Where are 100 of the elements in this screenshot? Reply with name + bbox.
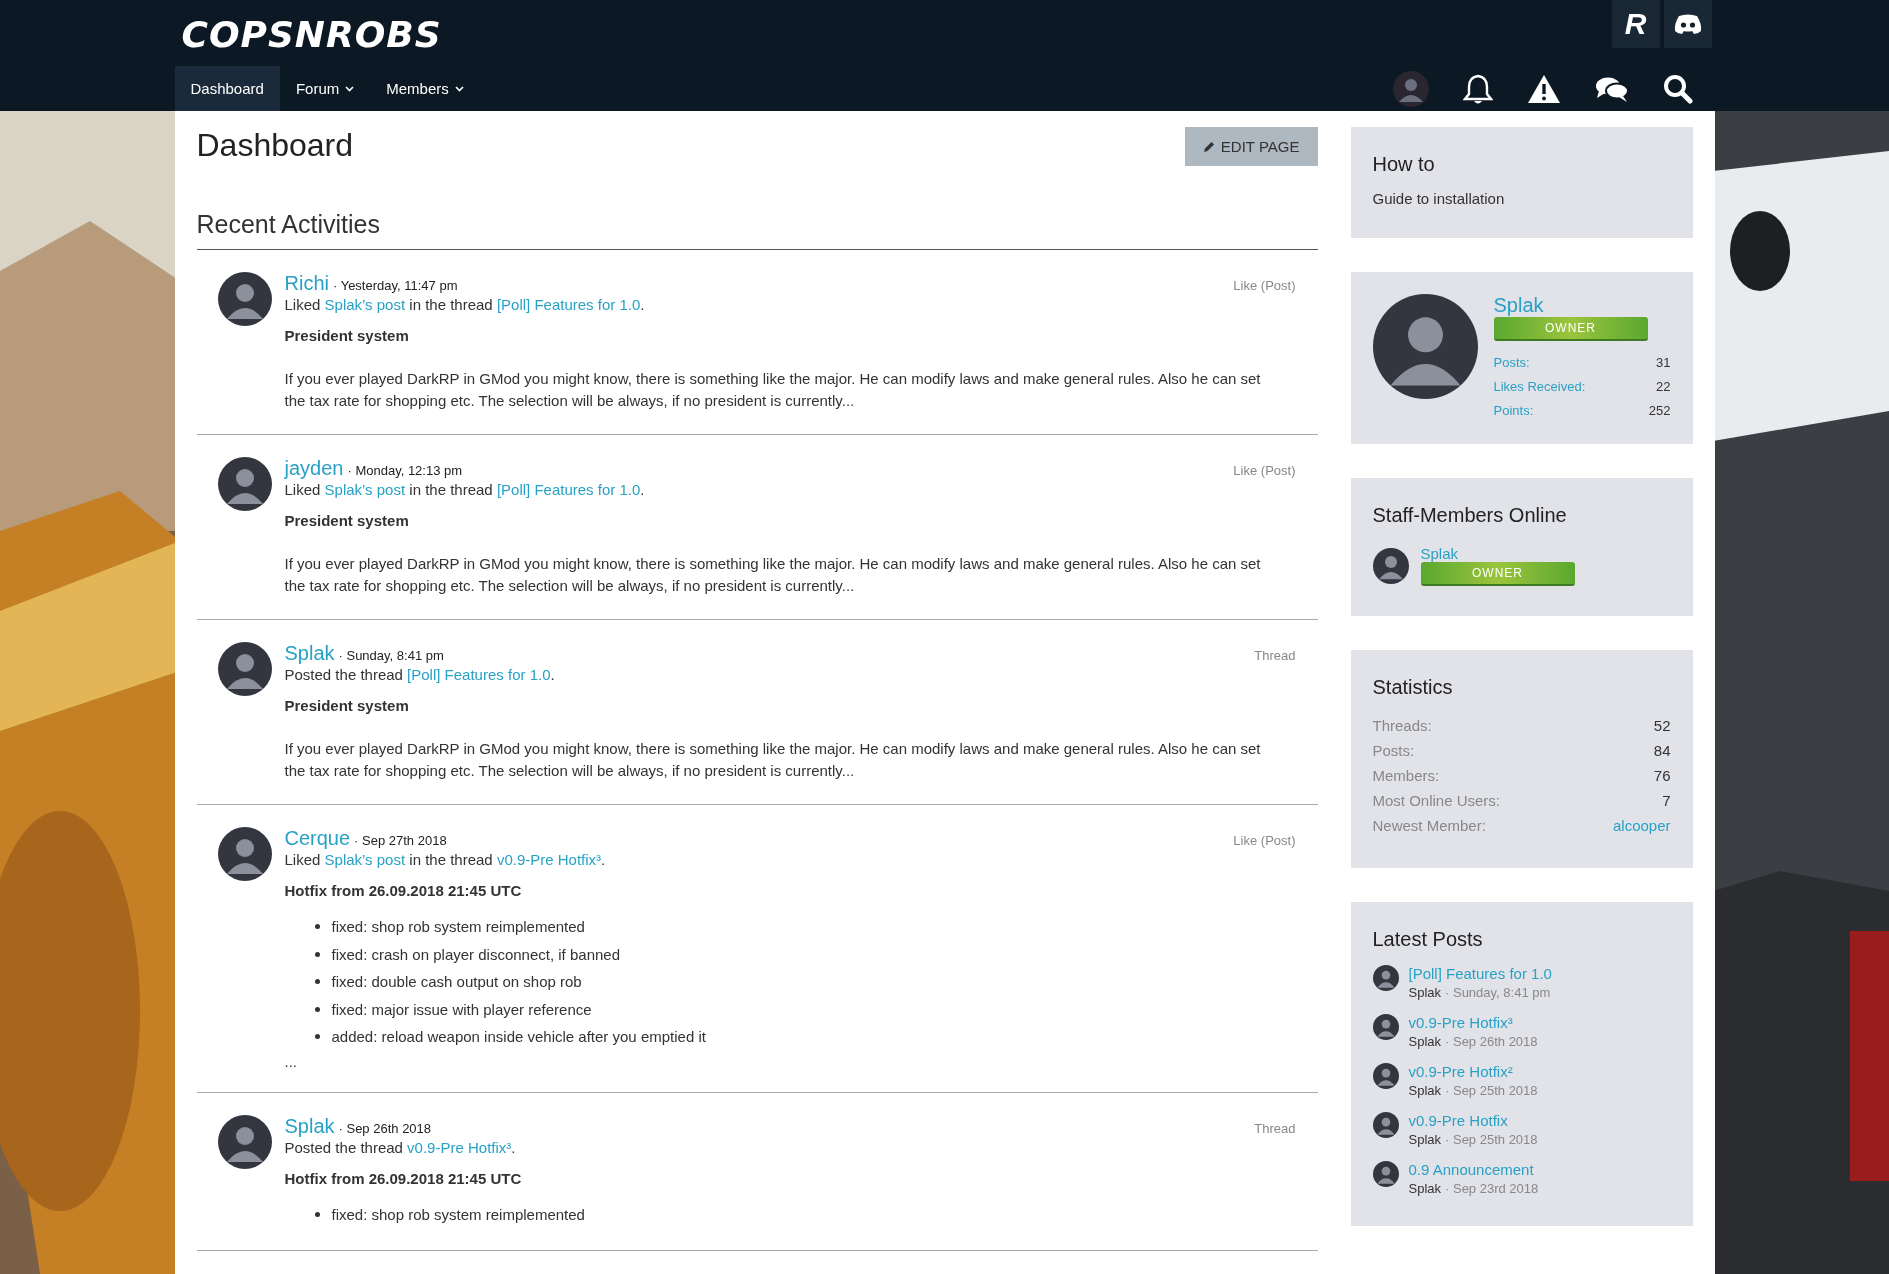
activity-type: Like (Post): [1233, 278, 1296, 293]
stat-label[interactable]: Likes Received:: [1493, 379, 1586, 394]
thread-link[interactable]: v0.9-Pre Hotfix³: [1408, 1014, 1538, 1031]
post-title: President system: [284, 512, 410, 529]
controller-icon: [1672, 13, 1703, 35]
changelog-item: fixed: double cash output on shop rob: [314, 968, 1296, 996]
changelog-item: fixed: shop rob system reimplemented: [314, 913, 1296, 941]
pencil-icon: [1202, 140, 1215, 153]
activity-time: · Yesterday, 11:47 pm: [332, 278, 458, 293]
author-name: Splak: [1408, 1181, 1442, 1196]
stat-value: 7: [1662, 791, 1671, 811]
stat-value: 84: [1653, 741, 1671, 761]
author-name: Splak: [1408, 1034, 1442, 1049]
activity-time: · Sunday, 8:41 pm: [338, 648, 444, 663]
thread-link[interactable]: v0.9-Pre Hotfix: [1408, 1112, 1538, 1129]
username-link[interactable]: Splak: [284, 1114, 335, 1138]
stat-value: 252: [1648, 403, 1671, 418]
stat-label: Members:: [1372, 766, 1440, 786]
username-link[interactable]: Splak: [284, 642, 335, 665]
thread-link[interactable]: [Poll] Features for 1.0: [1408, 965, 1552, 982]
author-name: Splak: [1408, 1083, 1442, 1098]
avatar-icon[interactable]: [1372, 1063, 1399, 1089]
site-logo[interactable]: COPSNROBS: [181, 14, 442, 55]
changelog-item: fixed: crash on player disconnect, if banned: [314, 940, 1296, 968]
stat-label[interactable]: Points:: [1493, 403, 1534, 418]
avatar-icon[interactable]: [1372, 1014, 1399, 1040]
username-link[interactable]: Richi: [284, 272, 329, 295]
post-date: · Sep 25th 2018: [1445, 1083, 1538, 1098]
avatar-icon[interactable]: [217, 457, 272, 511]
thread-link[interactable]: 0.9 Announcement: [1408, 1161, 1539, 1178]
activity-type: Like (Post): [1233, 833, 1296, 848]
warning-icon[interactable]: [1526, 73, 1561, 104]
avatar-icon[interactable]: [217, 642, 272, 696]
thread-link[interactable]: v0.9-Pre Hotfix²: [1408, 1063, 1538, 1080]
ellipsis-text: ...: [284, 1052, 298, 1070]
username-link[interactable]: Cerque: [284, 827, 351, 850]
stat-label: Newest Member:: [1372, 816, 1486, 836]
page-title: Dashboard: [196, 127, 354, 164]
nav-tab[interactable]: Dashboard: [174, 66, 280, 111]
author-name: Splak: [1408, 985, 1442, 1000]
role-badge: OWNER: [1420, 562, 1575, 586]
stat-value: 22: [1656, 379, 1671, 394]
author-name: Splak: [1408, 1132, 1442, 1147]
avatar-icon[interactable]: [1372, 547, 1409, 584]
thread-link[interactable]: [Poll] Features for 1.0: [407, 666, 551, 683]
post-excerpt: If you ever played DarkRP in GMod you might know, there is something like the major. He can modify laws and make general rules. Also he can set the tax rate for shopping etc. The selection will be always, if no president is currently...: [284, 369, 1262, 411]
avatar-icon[interactable]: [217, 827, 272, 881]
post-title: President system: [284, 327, 410, 344]
member-link[interactable]: alcooper: [1612, 813, 1671, 838]
post-title: Hotfix from 26.09.2018 21:45 UTC: [284, 882, 523, 899]
stat-value: 31: [1656, 355, 1671, 370]
stat-label: Posts:: [1372, 741, 1415, 761]
nav-tab[interactable]: Forum: [279, 66, 371, 111]
stat-label: Most Online Users:: [1372, 791, 1501, 811]
top-link-button[interactable]: R: [1611, 0, 1660, 48]
thread-link[interactable]: Splak’s post: [324, 851, 406, 868]
panel-title: Staff-Members Online: [1372, 504, 1568, 527]
search-icon[interactable]: [1662, 73, 1693, 104]
activity-type: Thread: [1254, 648, 1296, 663]
username-link[interactable]: jayden: [284, 457, 344, 480]
section-heading: Recent Activities: [196, 210, 1318, 250]
username-link[interactable]: Splak: [1420, 545, 1575, 562]
activity-time: · Sep 27th 2018: [354, 833, 447, 848]
activity-description: Liked Splak’s post in the thread [Poll] Features for 1.0.: [284, 296, 646, 313]
thread-link[interactable]: v0.9-Pre Hotfix³: [496, 851, 602, 868]
post-excerpt: If you ever played DarkRP in GMod you might know, there is something like the major. He can modify laws and make general rules. Also he can set the tax rate for shopping etc. The selection will be always, if no president is currently...: [284, 739, 1262, 781]
thread-link[interactable]: Splak’s post: [324, 296, 406, 313]
activity-time: · Monday, 12:13 pm: [347, 463, 463, 478]
changelog-item: fixed: major issue with player reference: [314, 995, 1296, 1023]
activity-description: Posted the thread v0.9-Pre Hotfix³.: [284, 1138, 517, 1156]
stat-value: 76: [1653, 766, 1671, 786]
username-link[interactable]: Splak: [1493, 294, 1671, 317]
avatar-icon[interactable]: [1372, 1112, 1399, 1138]
activity-type: Thread: [1254, 1120, 1296, 1136]
stat-label: Threads:: [1372, 716, 1432, 736]
stat-label[interactable]: Posts:: [1493, 355, 1530, 370]
avatar-icon[interactable]: [217, 1114, 272, 1169]
activity-description: Posted the thread [Poll] Features for 1.0.: [284, 666, 556, 683]
nav-tab[interactable]: Members: [370, 66, 480, 111]
avatar-icon[interactable]: [217, 272, 272, 326]
changelog-item: added: reload weapon inside vehicle after you emptied it: [314, 1023, 1296, 1051]
panel-title: Latest Posts: [1372, 928, 1484, 951]
stat-value: 52: [1653, 716, 1671, 736]
role-badge: OWNER: [1493, 317, 1648, 341]
chat-app-button[interactable]: [1663, 0, 1712, 48]
guide-link[interactable]: Guide to installation: [1372, 190, 1505, 207]
post-date: · Sep 23rd 2018: [1445, 1181, 1539, 1196]
thread-link[interactable]: v0.9-Pre Hotfix³: [407, 1138, 512, 1156]
post-title: Hotfix from 26.09.2018 21:45 UTC: [284, 1169, 523, 1187]
changelog-item: fixed: shop rob system reimplemented: [314, 1200, 1296, 1228]
avatar-icon[interactable]: [1372, 294, 1478, 399]
post-date: · Sep 26th 2018: [1445, 1034, 1538, 1049]
edit-page-button[interactable]: EDIT PAGE: [1184, 127, 1318, 166]
activity-time: · Sep 26th 2018: [338, 1120, 432, 1136]
bell-icon[interactable]: [1462, 72, 1493, 105]
activity-type: Like (Post): [1233, 463, 1296, 478]
post-title: President system: [284, 697, 410, 714]
avatar-icon[interactable]: [1372, 1161, 1399, 1187]
avatar-icon[interactable]: [1372, 965, 1399, 991]
thread-link[interactable]: Splak’s post: [324, 481, 406, 498]
